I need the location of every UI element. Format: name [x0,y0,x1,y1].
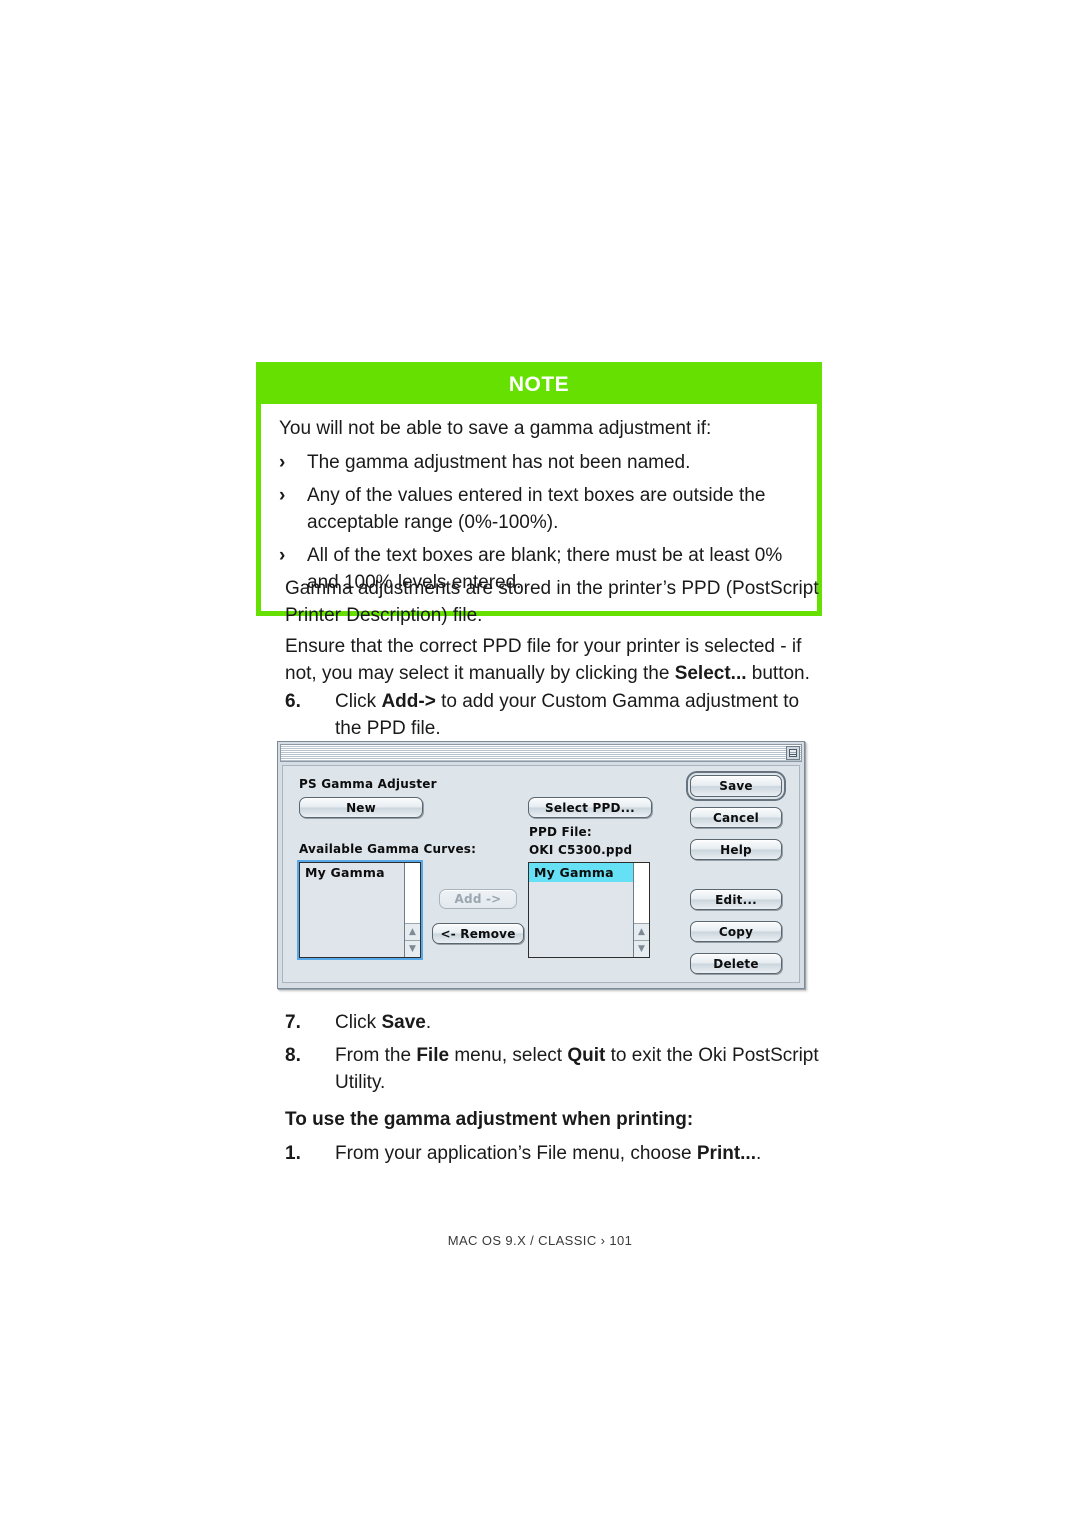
section-subheading: To use the gamma adjustment when printin… [285,1109,694,1130]
cancel-button[interactable]: Cancel [690,807,782,828]
window-content: PS Gamma Adjuster New Select PPD... PPD … [282,765,800,983]
step-7: 7. Click Save. [285,1010,825,1037]
inline-bold-save: Save [381,1012,426,1033]
step-text-lead: Click [335,691,382,712]
ppd-file-label: PPD File: [529,825,592,839]
inline-bold-file: File [416,1045,450,1066]
windowshade-icon[interactable] [786,746,800,760]
inline-bold-quit: Quit [567,1045,606,1066]
bullet-chevron-icon: › [279,485,286,507]
available-gamma-curves-list[interactable]: My Gamma ▲ ▼ [299,862,421,958]
step-text: Click Add-> to add your Custom Gamma adj… [335,689,825,743]
save-button[interactable]: Save [690,775,782,797]
step-text: From your application’s File menu, choos… [335,1141,825,1168]
paragraph-select-ppd: Ensure that the correct PPD file for you… [285,634,821,688]
page-footer: MAC OS 9.X / CLASSIC › 101 [447,1233,633,1248]
scroll-up-arrow-icon[interactable]: ▲ [405,923,420,940]
note-item-text: Any of the values entered in text boxes … [307,485,766,533]
bullet-chevron-icon: › [279,452,286,474]
new-button[interactable]: New [299,797,423,818]
scrollbar-track[interactable] [405,863,420,923]
step-6: 6. Click Add-> to add your Custom Gamma … [285,689,825,743]
step-number: 6. [285,691,301,712]
help-button[interactable]: Help [690,839,782,860]
scroll-down-arrow-icon[interactable]: ▼ [405,940,420,957]
step-text-lead: From your application’s File menu, choos… [335,1143,697,1164]
step-text-lead: Click [335,1012,382,1033]
step-text-mid: menu, select [449,1045,568,1066]
list-item: › The gamma adjustment has not been name… [279,450,801,477]
step-text: From the File menu, select Quit to exit … [335,1043,825,1097]
edit-button[interactable]: Edit... [690,889,782,910]
window-titlebar[interactable] [280,744,802,762]
step-text-tail: . [425,1012,432,1033]
step-number: 7. [285,1012,301,1033]
ppd-file-value: OKI C5300.ppd [529,843,633,857]
scroll-down-arrow-icon[interactable]: ▼ [634,940,649,957]
step-number: 8. [285,1045,301,1066]
add-button[interactable]: Add -> [439,889,517,909]
step-text-tail: . [756,1143,762,1164]
ps-gamma-adjuster-window: PS Gamma Adjuster New Select PPD... PPD … [277,741,805,989]
step-text: Click Save. [335,1010,825,1037]
delete-button[interactable]: Delete [690,953,782,974]
inline-bold-select: Select... [674,662,747,684]
step-number: 1. [285,1143,301,1164]
ppd-gamma-curves-list[interactable]: My Gamma ▲ ▼ [528,862,650,958]
step-1-printing: 1. From your application’s File menu, ch… [285,1141,825,1168]
step-text-lead: From the [335,1045,417,1066]
inline-bold-print: Print... [696,1143,756,1164]
scrollbar-vertical[interactable]: ▲ ▼ [404,863,420,957]
remove-button[interactable]: <- Remove [432,923,524,944]
scroll-up-arrow-icon[interactable]: ▲ [634,923,649,940]
list-item: › Any of the values entered in text boxe… [279,483,801,537]
dialog-app-title: PS Gamma Adjuster [299,777,437,791]
list-item[interactable]: My Gamma [529,863,649,882]
list-item[interactable]: My Gamma [300,863,420,882]
note-lead-text: You will not be able to save a gamma adj… [279,418,712,440]
note-bullet-list: › The gamma adjustment has not been name… [279,450,801,597]
paragraph-ppd-storage: Gamma adjustments are stored in the prin… [285,578,819,626]
inline-bold-add: Add-> [381,691,436,712]
note-item-text: The gamma adjustment has not been named. [307,452,691,474]
available-gamma-curves-label: Available Gamma Curves: [299,842,477,856]
scrollbar-track[interactable] [634,863,649,923]
step-8: 8. From the File menu, select Quit to ex… [285,1043,825,1097]
copy-button[interactable]: Copy [690,921,782,942]
paragraph-text-tail: button. [746,662,810,684]
scrollbar-vertical[interactable]: ▲ ▼ [633,863,649,957]
note-header: NOTE [261,367,817,405]
select-ppd-button[interactable]: Select PPD... [528,797,652,818]
